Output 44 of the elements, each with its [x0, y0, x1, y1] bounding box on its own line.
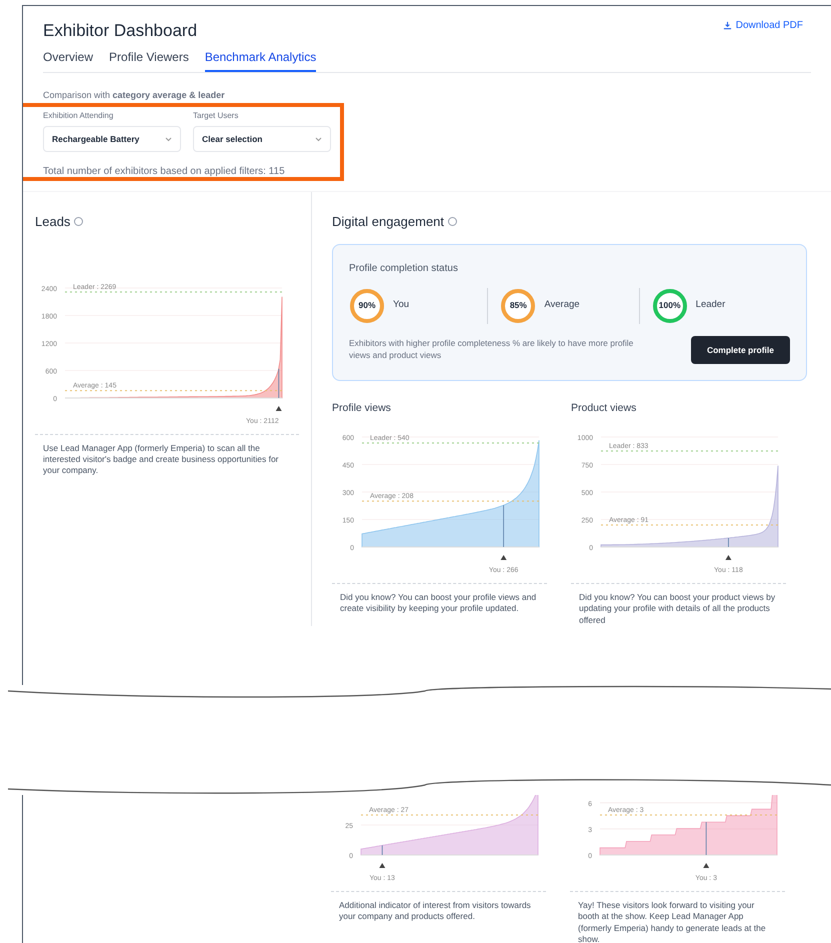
- you-pointer-icon: [725, 555, 732, 560]
- hint-text: Did you know? You can boost your product views by updating your profile with details of all the products offered: [571, 583, 786, 626]
- you-marker-line: [706, 822, 707, 856]
- info-icon: [448, 217, 458, 226]
- you-pointer-icon: [379, 863, 386, 868]
- filter-count-text: Total number of exhibitors based on applied filters: 115: [43, 165, 286, 179]
- chevron-icon: [315, 136, 322, 142]
- card-title: Profile completion status: [349, 262, 459, 276]
- tab[interactable]: Overview: [43, 48, 94, 72]
- you-pointer-icon: [500, 555, 507, 560]
- hint-text: Yay! These visitors look forward to visiting your booth at the show. Keep Lead Manager App (formerly Emperia) handy to generate leads at the show.: [570, 891, 785, 943]
- you-marker-line: [728, 538, 729, 548]
- hint-text: Did you know? You can boost your profile views and create visibility by keeping your profile updated.: [332, 583, 547, 615]
- ring-value: 90%: [357, 299, 376, 312]
- download-link[interactable]: Download PDF: [722, 18, 803, 33]
- chevron-icon: [165, 136, 172, 142]
- field-label: Target Users: [193, 110, 240, 122]
- complete-profile-button[interactable]: Complete profile: [690, 336, 790, 364]
- page-title: Exhibitor Dashboard: [43, 20, 198, 42]
- hint-text: Use Lead Manager App (formerly Emperia) to scan all the interested visitor's badge and create business opportunities for your company.: [35, 434, 299, 477]
- ring-label: Average: [544, 298, 580, 312]
- you-pointer-icon: [276, 406, 282, 410]
- tab[interactable]: Profile Viewers: [109, 48, 189, 72]
- section-title: Leads: [35, 213, 70, 231]
- hint-text: Additional indicator of interest from visitors towards your company and products offered.: [331, 891, 546, 923]
- dropdown[interactable]: Rechargeable Battery: [43, 126, 181, 152]
- chart-title: Profile views: [332, 401, 392, 416]
- field-label: Exhibition Attending: [43, 110, 114, 122]
- ring-label: Leader: [696, 298, 726, 312]
- you-pointer-icon: [703, 863, 710, 868]
- chart-title: Product views: [571, 401, 638, 416]
- card-text: Exhibitors with higher profile completeness % are likely to have more profile views and product views: [349, 338, 634, 362]
- you-marker-line: [278, 368, 280, 398]
- comparison-text: Comparison with category average & leader: [43, 88, 226, 102]
- section-title: Digital engagement: [332, 213, 444, 231]
- dropdown[interactable]: Clear selection: [193, 126, 331, 152]
- info-icon: [74, 217, 84, 226]
- ring-label: You: [393, 298, 410, 312]
- you-marker-line: [382, 845, 383, 856]
- tab[interactable]: Benchmark Analytics: [204, 48, 316, 72]
- ring-value: 100%: [658, 299, 682, 312]
- download-icon: [722, 21, 732, 30]
- you-marker-line: [503, 504, 504, 548]
- ring-value: 85%: [508, 299, 528, 312]
